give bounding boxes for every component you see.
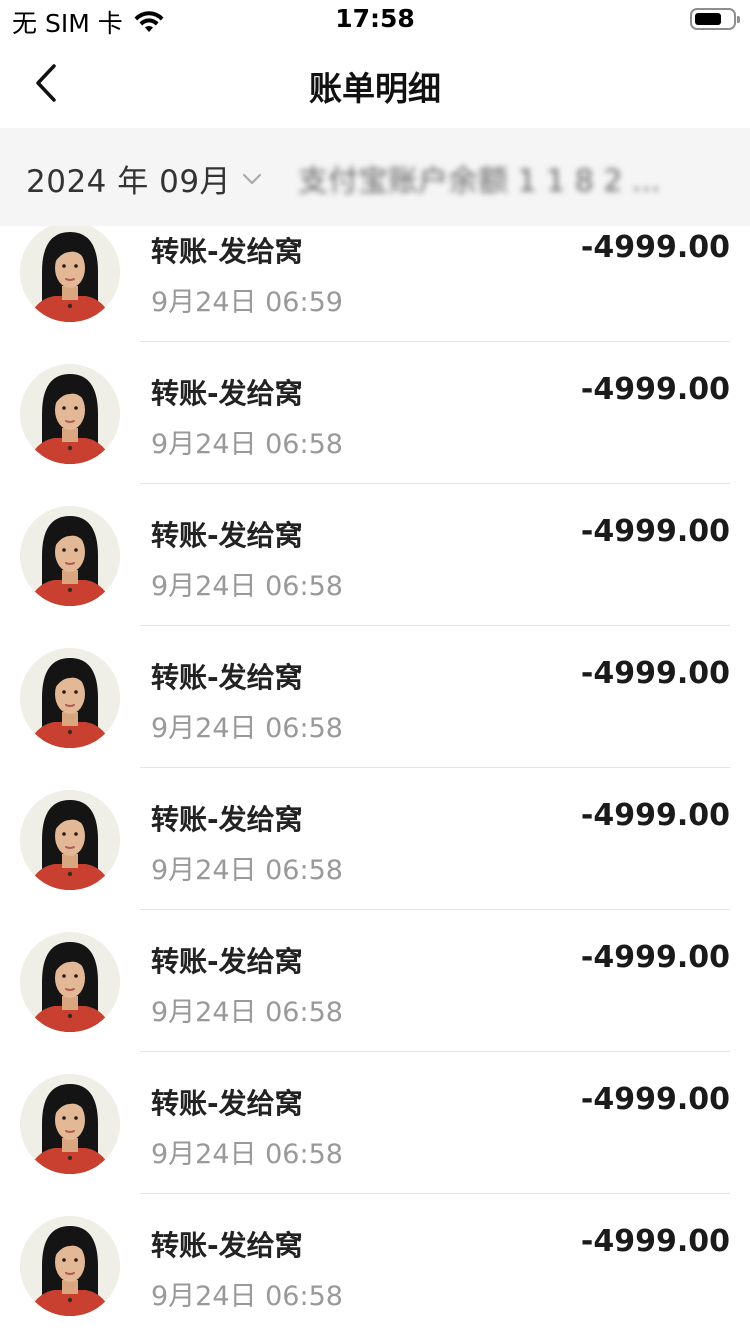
avatar (20, 648, 120, 748)
transaction-time: 9月24日 06:58 (151, 1139, 343, 1170)
transaction-amount: -4999.00 (580, 372, 730, 407)
transaction-amount: -4999.00 (580, 514, 730, 549)
transaction-title: 转账-发给窝 (151, 1229, 303, 1262)
bill-details-screen: 无 SIM 卡 17:58 账单明细 2024 年 09月 支付宝账户余额 1 … (0, 0, 750, 1334)
transaction-time: 9月24日 06:58 (151, 1281, 343, 1312)
transaction-title: 转账-发给窝 (151, 377, 303, 410)
transaction-title: 转账-发给窝 (151, 945, 303, 978)
transaction-title: 转账-发给窝 (151, 803, 303, 836)
transaction-row[interactable]: 转账-发给窝 9月24日 06:58 -4999.00 (0, 1194, 750, 1334)
transaction-amount: -4999.00 (580, 656, 730, 691)
avatar (20, 222, 120, 322)
transaction-amount: -4999.00 (580, 1082, 730, 1117)
avatar (20, 1216, 120, 1316)
transaction-row[interactable]: 转账-发给窝 9月24日 06:58 -4999.00 (0, 910, 750, 1052)
avatar (20, 1074, 120, 1174)
transaction-amount: -4999.00 (580, 1224, 730, 1259)
account-selector-obscured[interactable]: 支付宝账户余额 1 1 8 2 ... (298, 156, 730, 200)
avatar (20, 932, 120, 1032)
nav-bar: 账单明细 (0, 40, 750, 128)
transaction-amount: -4999.00 (580, 230, 730, 265)
avatar (20, 364, 120, 464)
transaction-title: 转账-发给窝 (151, 1087, 303, 1120)
month-label: 2024 年 09月 (26, 164, 232, 200)
clock: 17:58 (335, 4, 415, 33)
transaction-title: 转账-发给窝 (151, 519, 303, 552)
transaction-time: 9月24日 06:58 (151, 855, 343, 886)
transaction-title: 转账-发给窝 (151, 235, 303, 268)
transaction-time: 9月24日 06:58 (151, 997, 343, 1028)
transaction-time: 9月24日 06:58 (151, 571, 343, 602)
page-title: 账单明细 (309, 69, 441, 108)
transaction-time: 9月24日 06:59 (151, 287, 343, 318)
avatar-portrait-icon (20, 790, 120, 890)
avatar (20, 506, 120, 606)
battery-level (695, 13, 721, 25)
transaction-list[interactable]: 转账-发给窝 9月24日 06:59 -4999.00 转账-发给窝 9月24日… (0, 200, 750, 1334)
avatar (20, 790, 120, 890)
avatar-portrait-icon (20, 222, 120, 322)
battery-icon (690, 8, 740, 30)
transaction-row[interactable]: 转账-发给窝 9月24日 06:58 -4999.00 (0, 342, 750, 484)
transaction-time: 9月24日 06:58 (151, 713, 343, 744)
transaction-row[interactable]: 转账-发给窝 9月24日 06:58 -4999.00 (0, 626, 750, 768)
transaction-row[interactable]: 转账-发给窝 9月24日 06:58 -4999.00 (0, 1052, 750, 1194)
transaction-time: 9月24日 06:58 (151, 429, 343, 460)
avatar-portrait-icon (20, 1074, 120, 1174)
avatar-portrait-icon (20, 364, 120, 464)
filter-bar: 2024 年 09月 支付宝账户余额 1 1 8 2 ... (0, 128, 750, 226)
transaction-amount: -4999.00 (580, 940, 730, 975)
transaction-title: 转账-发给窝 (151, 661, 303, 694)
transaction-row[interactable]: 转账-发给窝 9月24日 06:58 -4999.00 (0, 484, 750, 626)
chevron-down-icon (242, 173, 262, 184)
avatar-portrait-icon (20, 648, 120, 748)
transaction-amount: -4999.00 (580, 798, 730, 833)
battery-tip (737, 16, 740, 23)
status-bar: 无 SIM 卡 17:58 (0, 0, 750, 40)
avatar-portrait-icon (20, 1216, 120, 1316)
avatar-portrait-icon (20, 506, 120, 606)
month-selector[interactable]: 2024 年 09月 (26, 156, 263, 201)
transaction-row[interactable]: 转账-发给窝 9月24日 06:58 -4999.00 (0, 768, 750, 910)
avatar-portrait-icon (20, 932, 120, 1032)
